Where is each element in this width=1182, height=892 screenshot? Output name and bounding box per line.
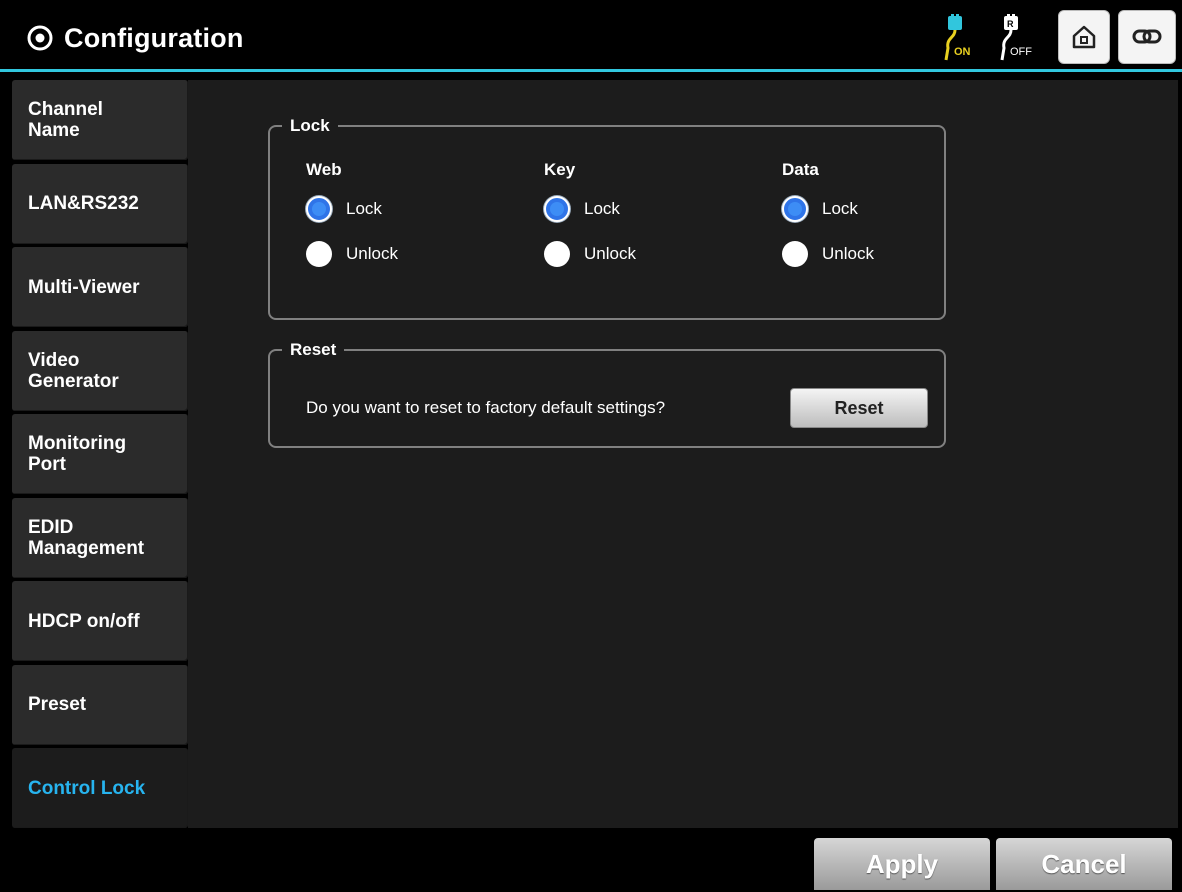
cancel-button[interactable]: Cancel [996,838,1172,890]
sidebar-item-lan-rs232[interactable]: LAN&RS232 [12,163,188,244]
sidebar-item-label: Video Generator [28,349,119,392]
title-wrap: Configuration [26,20,244,56]
home-icon [1072,25,1096,49]
power-on-label: ON [954,46,971,58]
data-lock-radio[interactable]: Lock [782,194,874,224]
sidebar-item-label: EDID Management [28,516,145,559]
lock-column-key: Key Lock Unlock [544,160,636,284]
sidebar-item-edid-management[interactable]: EDID Management [12,497,188,578]
radio-label: Lock [584,199,620,218]
apply-button[interactable]: Apply [814,838,990,890]
radio-label: Unlock [346,244,398,263]
sidebar-item-video-generator[interactable]: Video Generator [12,330,188,411]
key-lock-radio[interactable]: Lock [544,194,636,224]
sidebar-item-label: Control Lock [28,777,146,799]
power-on-indicator[interactable]: ON [940,14,980,62]
radio-label: Lock [822,199,858,218]
lock-group: Lock Web Lock Unlock Key Lock Unlock Dat… [268,116,946,320]
radio-indicator[interactable] [544,241,570,267]
sidebar: Channel Name LAN&RS232 Multi-Viewer Vide… [12,80,188,832]
web-lock-radio[interactable]: Lock [306,194,398,224]
sidebar-item-label: Preset [28,694,87,715]
web-unlock-radio[interactable]: Unlock [306,239,398,269]
column-title: Data [782,160,819,179]
main-panel: Lock Web Lock Unlock Key Lock Unlock Dat… [188,80,1178,828]
sidebar-item-monitoring-port[interactable]: Monitoring Port [12,414,188,494]
sidebar-item-channel-name[interactable]: Channel Name [12,80,188,160]
link-button[interactable] [1118,10,1176,64]
page-title: Configuration [64,22,244,53]
lock-legend: Lock [290,116,330,135]
key-unlock-radio[interactable]: Unlock [544,239,636,269]
column-title: Web [306,160,342,179]
sidebar-item-control-lock[interactable]: Control Lock [12,748,188,828]
gear-icon [27,25,53,51]
sidebar-item-preset[interactable]: Preset [12,664,188,745]
radio-indicator[interactable] [782,241,808,267]
link-icon [1132,29,1162,44]
reset-question: Do you want to reset to factory default … [306,398,666,417]
radio-indicator[interactable] [306,196,332,222]
sidebar-item-label: Monitoring Port [28,433,127,475]
reset-group: Reset Do you want to reset to factory de… [268,340,946,448]
lock-column-data: Data Lock Unlock [782,160,874,284]
sidebar-item-hdcp[interactable]: HDCP on/off [12,581,188,661]
sidebar-item-label: LAN&RS232 [28,193,139,214]
home-button[interactable] [1058,10,1110,64]
power-off-label: OFF [1010,46,1032,58]
radio-label: Unlock [822,244,874,263]
radio-label: Unlock [584,244,636,263]
lock-column-web: Web Lock Unlock [306,160,398,284]
reset-legend: Reset [290,340,337,359]
data-unlock-radio[interactable]: Unlock [782,239,874,269]
sidebar-item-label: HDCP on/off [28,610,140,632]
header-bar: Configuration ON R OFF [0,0,1182,72]
radio-label: Lock [346,199,382,218]
footer-bar: Apply Cancel [0,828,1182,892]
sidebar-item-label: Multi-Viewer [28,276,140,298]
radio-indicator[interactable] [306,241,332,267]
sidebar-item-multi-viewer[interactable]: Multi-Viewer [12,247,188,327]
svg-text:R: R [1007,19,1014,29]
sidebar-item-label: Channel Name [28,99,103,141]
reset-button[interactable]: Reset [790,388,928,428]
radio-indicator[interactable] [544,196,570,222]
radio-indicator[interactable] [782,196,808,222]
column-title: Key [544,160,576,179]
power-off-indicator[interactable]: R OFF [996,14,1036,62]
